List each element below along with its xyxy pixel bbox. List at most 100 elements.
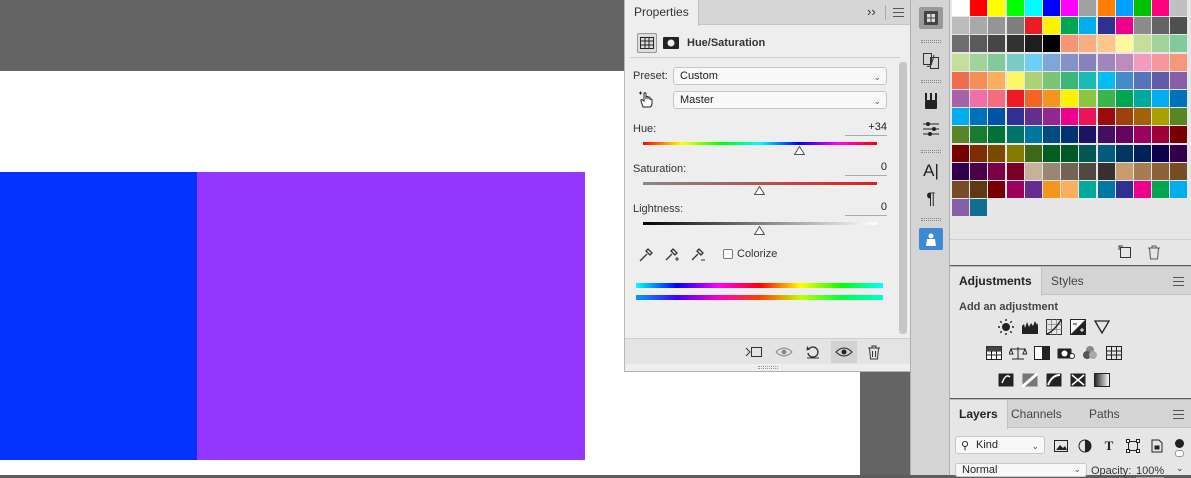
color-swatch[interactable]: [1115, 0, 1133, 16]
color-swatch[interactable]: [1115, 108, 1133, 126]
hue-slider-track[interactable]: [643, 142, 877, 145]
color-swatch[interactable]: [1097, 71, 1115, 89]
color-swatch[interactable]: [1079, 144, 1097, 162]
black-white-icon[interactable]: [1033, 345, 1051, 361]
clone-source-icon[interactable]: [919, 50, 943, 72]
panel-menu-icon[interactable]: [893, 8, 904, 17]
color-swatch[interactable]: [1134, 0, 1151, 16]
saturation-slider-track[interactable]: [643, 182, 877, 185]
color-swatch[interactable]: [1170, 71, 1188, 89]
color-swatch[interactable]: [952, 126, 969, 144]
color-swatch[interactable]: [1097, 162, 1115, 180]
layer-mask-icon[interactable]: [662, 34, 680, 52]
preset-dropdown[interactable]: Custom ⌄: [673, 67, 887, 85]
color-swatch[interactable]: [1079, 0, 1097, 16]
filter-toggle-icon[interactable]: [1175, 439, 1184, 448]
color-swatch[interactable]: [1061, 144, 1079, 162]
color-balance-icon[interactable]: [1009, 345, 1027, 361]
color-swatch[interactable]: [1170, 35, 1188, 53]
color-swatch[interactable]: [1024, 144, 1042, 162]
color-swatch[interactable]: [1115, 53, 1133, 71]
color-swatch[interactable]: [1170, 0, 1188, 16]
color-swatch[interactable]: [1061, 90, 1079, 107]
color-swatch[interactable]: [1152, 35, 1170, 53]
exposure-icon[interactable]: [1069, 319, 1087, 335]
filter-adjustment-icon[interactable]: [1076, 437, 1094, 455]
color-swatch[interactable]: [1115, 17, 1133, 35]
color-swatch[interactable]: [1043, 90, 1060, 107]
dock-grip[interactable]: [921, 218, 941, 221]
saturation-slider-thumb[interactable]: [754, 186, 765, 195]
color-swatch[interactable]: [1170, 108, 1188, 126]
dock-grip[interactable]: [921, 80, 941, 83]
color-swatch[interactable]: [988, 162, 1006, 180]
color-swatch[interactable]: [1043, 126, 1060, 144]
lightness-slider-thumb[interactable]: [754, 226, 765, 235]
color-swatch[interactable]: [1097, 108, 1115, 126]
color-swatch[interactable]: [1061, 71, 1079, 89]
color-swatch[interactable]: [1024, 108, 1042, 126]
filter-type-icon[interactable]: T: [1100, 437, 1118, 455]
color-swatch[interactable]: [1097, 144, 1115, 162]
color-swatch[interactable]: [1134, 126, 1151, 144]
eyedropper-add-icon[interactable]: [663, 246, 681, 264]
filter-toggle-switch[interactable]: [1175, 450, 1184, 457]
color-swatch[interactable]: [988, 0, 1006, 16]
color-swatch[interactable]: [1061, 35, 1079, 53]
color-swatch[interactable]: [970, 17, 988, 35]
eyedropper-subtract-icon[interactable]: [689, 246, 707, 264]
color-swatch[interactable]: [1006, 0, 1024, 16]
tab-layers[interactable]: Layers: [950, 400, 1008, 429]
color-swatch[interactable]: [1134, 35, 1151, 53]
color-swatch[interactable]: [1097, 126, 1115, 144]
panel-menu-icon[interactable]: [1173, 277, 1184, 286]
color-swatch[interactable]: [1006, 90, 1024, 107]
color-swatch[interactable]: [1024, 162, 1042, 180]
color-swatch[interactable]: [1115, 35, 1133, 53]
color-swatch[interactable]: [1152, 108, 1170, 126]
targeted-adjustment-hand-icon[interactable]: [637, 91, 655, 109]
color-swatch[interactable]: [1061, 0, 1079, 16]
color-swatch[interactable]: [1152, 17, 1170, 35]
color-swatch[interactable]: [1152, 0, 1170, 16]
delete-swatch-icon[interactable]: [1145, 243, 1163, 261]
color-swatch[interactable]: [1043, 144, 1060, 162]
delete-trash-icon[interactable]: [865, 343, 883, 361]
toggle-visibility-icon[interactable]: [831, 341, 857, 363]
view-previous-state-icon[interactable]: [775, 343, 793, 361]
color-swatch[interactable]: [1043, 108, 1060, 126]
clip-to-layer-icon[interactable]: [745, 343, 763, 361]
hue-slider-thumb[interactable]: [794, 146, 806, 155]
color-swatch[interactable]: [1170, 53, 1188, 71]
color-swatch[interactable]: [1043, 17, 1060, 35]
color-swatch[interactable]: [1134, 17, 1151, 35]
character-panel-icon[interactable]: A|: [919, 160, 943, 182]
color-swatch[interactable]: [1097, 181, 1115, 198]
color-swatch[interactable]: [1024, 71, 1042, 89]
color-swatch[interactable]: [1079, 90, 1097, 107]
color-swatch[interactable]: [1006, 17, 1024, 35]
color-swatch[interactable]: [1024, 53, 1042, 71]
saturation-value-field[interactable]: 0: [845, 161, 887, 176]
color-swatch[interactable]: [988, 90, 1006, 107]
lightness-slider-track[interactable]: [643, 222, 877, 225]
color-swatch[interactable]: [1170, 162, 1188, 180]
levels-icon[interactable]: [1021, 319, 1039, 335]
color-swatch[interactable]: [1134, 108, 1151, 126]
color-swatch[interactable]: [1006, 144, 1024, 162]
color-swatch[interactable]: [1043, 71, 1060, 89]
color-swatch[interactable]: [1006, 162, 1024, 180]
color-swatch[interactable]: [988, 144, 1006, 162]
tab-paths[interactable]: Paths: [1080, 400, 1129, 428]
color-swatch[interactable]: [1043, 162, 1060, 180]
photo-filter-icon[interactable]: [1057, 345, 1075, 361]
color-swatch[interactable]: [1152, 53, 1170, 71]
color-swatch[interactable]: [970, 35, 988, 53]
posterize-icon[interactable]: [1021, 372, 1039, 388]
reset-icon[interactable]: [804, 343, 822, 361]
filter-smart-object-icon[interactable]: [1148, 437, 1166, 455]
color-swatch[interactable]: [1170, 126, 1188, 144]
color-swatch[interactable]: [1115, 71, 1133, 89]
resize-grip[interactable]: [758, 366, 778, 369]
color-swatch[interactable]: [1079, 162, 1097, 180]
